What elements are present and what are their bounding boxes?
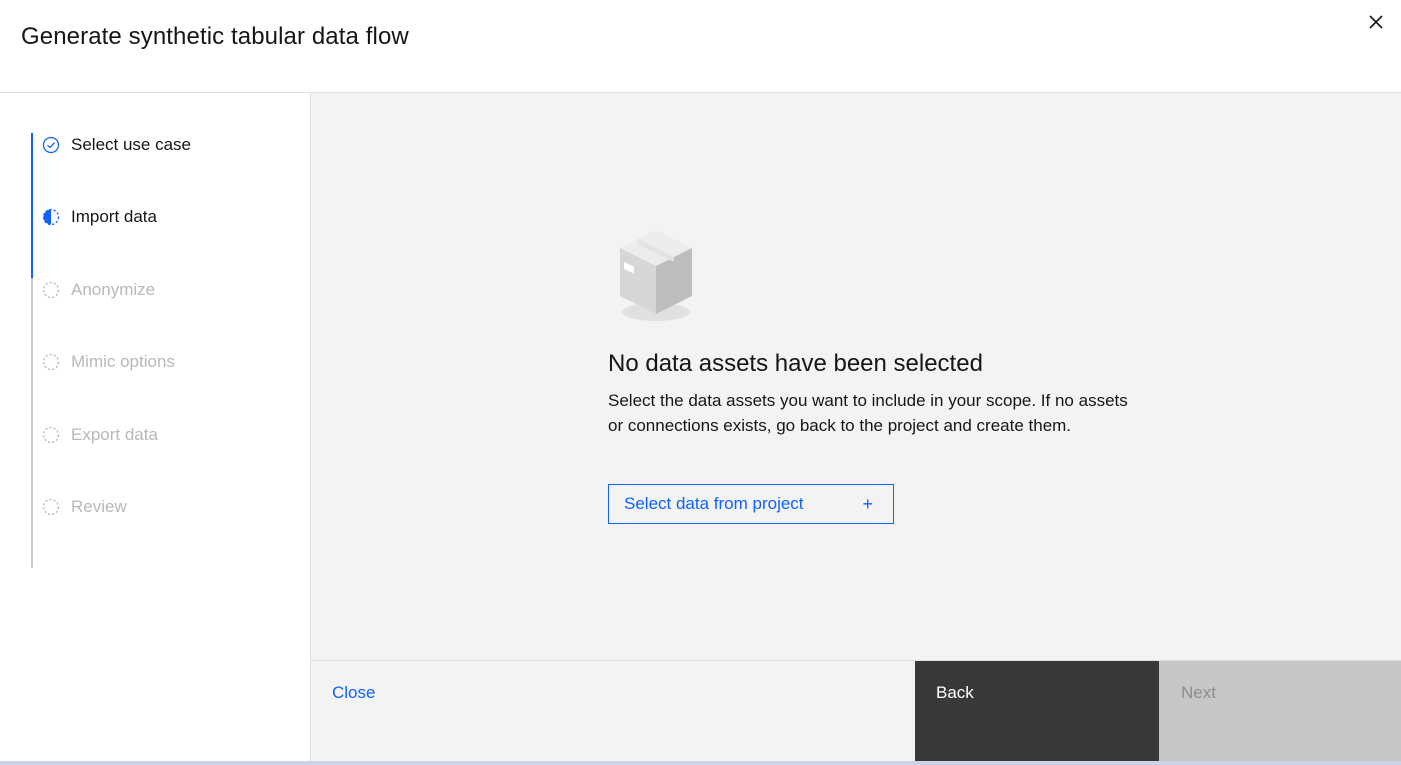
step-label: Import data [71, 207, 157, 226]
step-label: Review [71, 497, 127, 516]
step-label: Select use case [71, 135, 192, 154]
empty-state-description: Select the data assets you want to inclu… [608, 391, 1128, 435]
checkmark-circle-icon [41, 135, 61, 155]
dashed-circle-icon [41, 497, 61, 517]
back-button-label: Back [936, 683, 974, 702]
dashed-circle-icon [41, 280, 61, 300]
next-button-label: Next [1181, 683, 1216, 702]
dashed-circle-icon [41, 425, 61, 445]
add-icon: + [862, 493, 873, 514]
step-review[interactable]: Review [41, 495, 127, 519]
modal-footer: Close Back Next [311, 660, 1401, 762]
window-bottom-edge [0, 761, 1401, 765]
step-select-use-case[interactable]: Select use case [41, 133, 191, 157]
modal-title: Generate synthetic tabular data flow [21, 23, 409, 50]
dashed-circle-icon [41, 352, 61, 372]
step-label: Anonymize [71, 280, 156, 299]
back-button[interactable]: Back [915, 661, 1159, 762]
select-data-from-project-button[interactable]: Select data from project + [608, 484, 894, 524]
step-import-data[interactable]: Import data [41, 205, 157, 229]
step-label: Export data [71, 425, 158, 444]
button-label: Select data from project [624, 494, 804, 513]
empty-box-icon [620, 230, 692, 321]
main-panel: No data assets have been selected Select… [311, 93, 1401, 661]
progress-track-complete [31, 133, 33, 278]
close-link[interactable]: Close [332, 683, 375, 703]
step-mimic-options[interactable]: Mimic options [41, 350, 175, 374]
modal-header: Generate synthetic tabular data flow [0, 0, 1401, 93]
step-label: Mimic options [71, 352, 175, 371]
step-anonymize[interactable]: Anonymize [41, 278, 155, 302]
progress-sidebar: Select use case Import data Anonymize Mi… [0, 93, 311, 761]
close-icon[interactable] [1364, 10, 1388, 34]
next-button[interactable]: Next [1159, 661, 1401, 762]
step-export-data[interactable]: Export data [41, 423, 158, 447]
half-circle-icon [41, 207, 61, 227]
empty-state-title: No data assets have been selected [608, 350, 983, 377]
